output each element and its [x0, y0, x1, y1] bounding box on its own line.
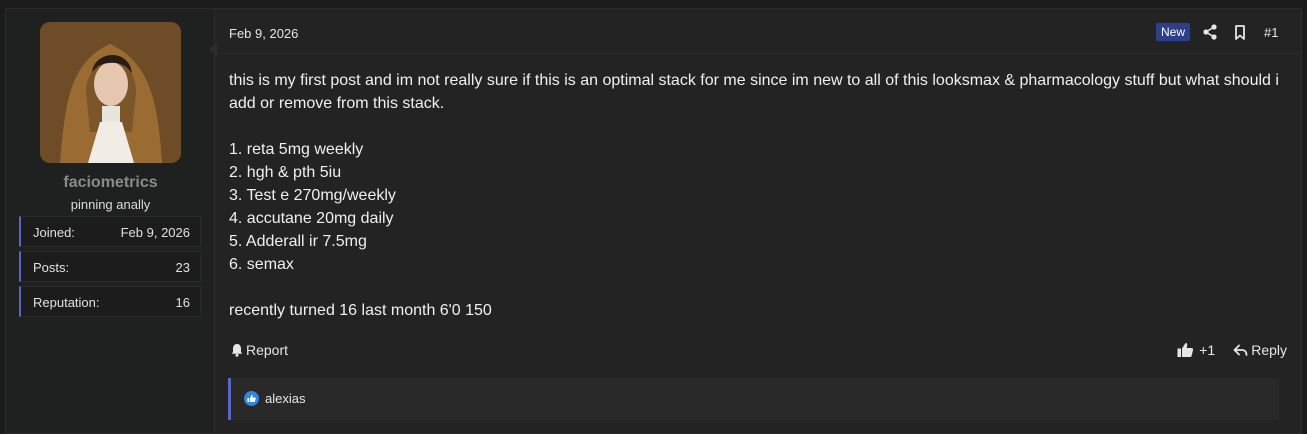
like-count: +1: [1199, 342, 1216, 358]
post-paragraph: this is my first post and im not really …: [229, 72, 1279, 112]
stat-reputation: Reputation: 16: [19, 286, 201, 317]
new-badge: New: [1156, 23, 1191, 41]
user-avatar[interactable]: [40, 22, 181, 163]
reply-label: Reply: [1251, 342, 1287, 358]
stack-item: 6. semax: [229, 256, 294, 273]
username[interactable]: faciometrics: [6, 174, 215, 192]
reactions-bar[interactable]: alexias: [228, 378, 1279, 420]
stack-item: 5. Adderall ir 7.5mg: [229, 233, 367, 250]
like-button[interactable]: +1: [1177, 342, 1215, 358]
post-actions: +1 Reply: [1177, 342, 1287, 358]
stat-joined: Joined: Feb 9, 2026: [19, 216, 201, 247]
report-button[interactable]: Report: [231, 342, 288, 358]
bell-icon: [231, 344, 243, 357]
stack-item: 4. accutane 20mg daily: [229, 210, 394, 227]
stat-value[interactable]: 23: [176, 260, 190, 275]
stat-posts: Posts: 23: [19, 251, 201, 282]
reaction-user-link[interactable]: alexias: [265, 391, 305, 406]
reply-icon: [1233, 344, 1248, 356]
stat-value: Feb 9, 2026: [120, 225, 190, 240]
post-container: faciometrics pinning anally Joined: Feb …: [5, 8, 1302, 434]
share-icon[interactable]: [1201, 23, 1219, 41]
stack-item: 2. hgh & pth 5iu: [229, 164, 342, 181]
user-title: pinning anally: [70, 197, 151, 212]
stat-value: 16: [175, 295, 190, 310]
post-main: Feb 9, 2026 New #1 this is my first post…: [215, 9, 1301, 433]
stack-item: 1. reta 5mg weekly: [229, 141, 364, 158]
report-label: Report: [246, 342, 289, 358]
stack-item: 3. Test e 270mg/weekly: [229, 187, 396, 204]
user-sidebar: faciometrics pinning anally Joined: Feb …: [6, 9, 215, 433]
post-paragraph: recently turned 16 last month 6'0 150: [229, 302, 492, 319]
stat-label: Reputation:: [33, 295, 100, 310]
stat-label: Posts:: [33, 260, 70, 275]
post-number[interactable]: #1: [1264, 25, 1278, 40]
post-header: Feb 9, 2026 New #1: [215, 9, 1301, 54]
like-reaction-icon: [244, 391, 259, 406]
stat-label: Joined:: [33, 225, 75, 240]
avatar-image: [40, 22, 181, 163]
reply-button[interactable]: Reply: [1233, 342, 1287, 358]
post-date[interactable]: Feb 9, 2026: [229, 26, 298, 41]
bookmark-icon[interactable]: [1231, 23, 1249, 41]
post-body: this is my first post and im not really …: [229, 69, 1279, 322]
thumbs-up-icon: [1177, 343, 1194, 357]
